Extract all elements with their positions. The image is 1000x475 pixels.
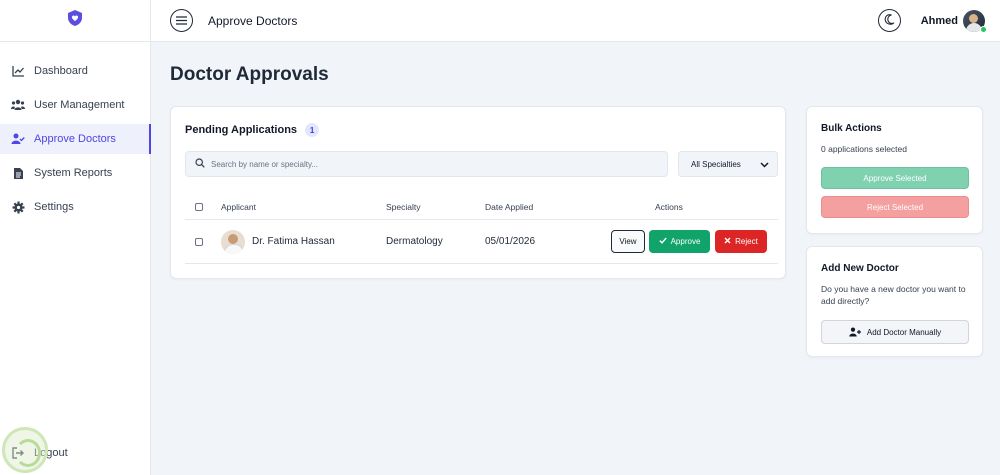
search-icon — [195, 155, 205, 173]
add-doctor-card: Add New Doctor Do you have a new doctor … — [806, 246, 983, 357]
add-doctor-button-label: Add Doctor Manually — [866, 327, 942, 337]
table-header: Applicant Specialty Date Applied Actions — [185, 194, 778, 220]
applicant-name: Dr. Fatima Hassan — [252, 236, 335, 247]
sidebar-item-settings[interactable]: Settings — [0, 192, 150, 222]
pending-title: Pending Applications — [185, 124, 298, 136]
x-icon — [724, 237, 731, 246]
sidebar-item-system-reports[interactable]: System Reports — [0, 158, 150, 188]
approve-selected-button[interactable]: Approve Selected — [821, 167, 969, 189]
view-button[interactable]: View — [611, 230, 645, 253]
bulk-actions-card: Bulk Actions 0 applications selected App… — [806, 106, 983, 234]
username[interactable]: Ahmed — [921, 15, 958, 27]
online-status-dot — [980, 25, 987, 33]
select-all-checkbox[interactable] — [195, 202, 203, 211]
pending-count-badge: 1 — [305, 123, 320, 137]
column-header-date: Date Applied — [485, 201, 534, 212]
reject-button[interactable]: Reject — [715, 230, 767, 253]
specialty-filter-value: All Specialties — [691, 159, 741, 169]
specialty-cell: Dermatology — [386, 236, 443, 247]
add-doctor-title: Add New Doctor — [821, 263, 899, 274]
approve-button[interactable]: Approve — [649, 230, 710, 253]
gear-icon — [11, 200, 25, 214]
moon-icon — [884, 12, 895, 30]
search-input[interactable] — [211, 159, 651, 169]
reject-label: Reject — [735, 237, 758, 246]
sidebar-item-label: Approve Doctors — [34, 133, 116, 145]
sidebar-item-label: User Management — [34, 99, 125, 111]
check-icon — [658, 237, 667, 246]
bulk-actions-title: Bulk Actions — [821, 123, 882, 134]
sidebar-item-approve-doctors[interactable]: Approve Doctors — [0, 124, 151, 154]
menu-toggle-button[interactable] — [170, 9, 193, 32]
hamburger-icon — [176, 12, 187, 30]
applications-table: Applicant Specialty Date Applied Actions… — [185, 194, 778, 264]
column-header-specialty: Specialty — [386, 201, 421, 212]
selected-count-text: 0 applications selected — [821, 144, 908, 154]
actions-cell: View Approve Reject — [611, 230, 767, 253]
user-check-icon — [11, 132, 25, 146]
sidebar-item-label: Settings — [34, 201, 74, 213]
chevron-down-icon — [760, 160, 769, 171]
approve-selected-label: Approve Selected — [863, 173, 927, 183]
date-cell: 05/01/2026 — [485, 236, 536, 247]
applicant-avatar — [221, 229, 245, 254]
column-header-applicant: Applicant — [221, 201, 256, 212]
column-header-actions: Actions — [655, 201, 683, 212]
applicant-cell: Dr. Fatima Hassan — [221, 229, 335, 254]
specialty-filter-select[interactable]: All Specialties — [678, 151, 778, 177]
reject-selected-label: Reject Selected — [866, 202, 924, 212]
file-icon — [11, 166, 25, 180]
add-doctor-description: Do you have a new doctor you want to add… — [821, 284, 966, 307]
logo-area — [0, 0, 150, 42]
table-row: Dr. Fatima Hassan Dermatology 05/01/2026… — [185, 220, 778, 264]
theme-toggle-button[interactable] — [877, 9, 901, 32]
sidebar-item-label: System Reports — [34, 167, 113, 179]
sidebar-item-user-management[interactable]: User Management — [0, 90, 150, 120]
user-avatar[interactable] — [963, 9, 987, 33]
pending-applications-card: Pending Applications 1 All Specialties A… — [170, 106, 786, 279]
chart-line-icon — [11, 64, 25, 78]
sidebar-item-label: Dashboard — [34, 65, 88, 77]
page-title: Doctor Approvals — [170, 64, 329, 85]
top-header: Approve Doctors Ahmed — [151, 0, 1000, 42]
header-title: Approve Doctors — [208, 13, 298, 28]
pending-title-wrap: Pending Applications 1 — [185, 123, 320, 137]
sidebar-nav: Dashboard User Management Approve Doctor… — [0, 42, 151, 222]
search-box — [185, 151, 668, 177]
sidebar: Dashboard User Management Approve Doctor… — [0, 0, 151, 475]
row-checkbox[interactable] — [195, 237, 203, 246]
user-plus-icon — [849, 327, 861, 337]
reject-selected-button[interactable]: Reject Selected — [821, 196, 969, 218]
view-label: View — [619, 237, 637, 246]
users-icon — [11, 98, 25, 112]
approve-label: Approve — [670, 237, 701, 246]
header-right: Ahmed — [877, 9, 987, 33]
add-doctor-manually-button[interactable]: Add Doctor Manually — [821, 320, 969, 344]
sidebar-item-dashboard[interactable]: Dashboard — [0, 56, 150, 86]
watermark-logo — [2, 427, 48, 473]
shield-heart-logo-icon[interactable] — [67, 9, 83, 32]
